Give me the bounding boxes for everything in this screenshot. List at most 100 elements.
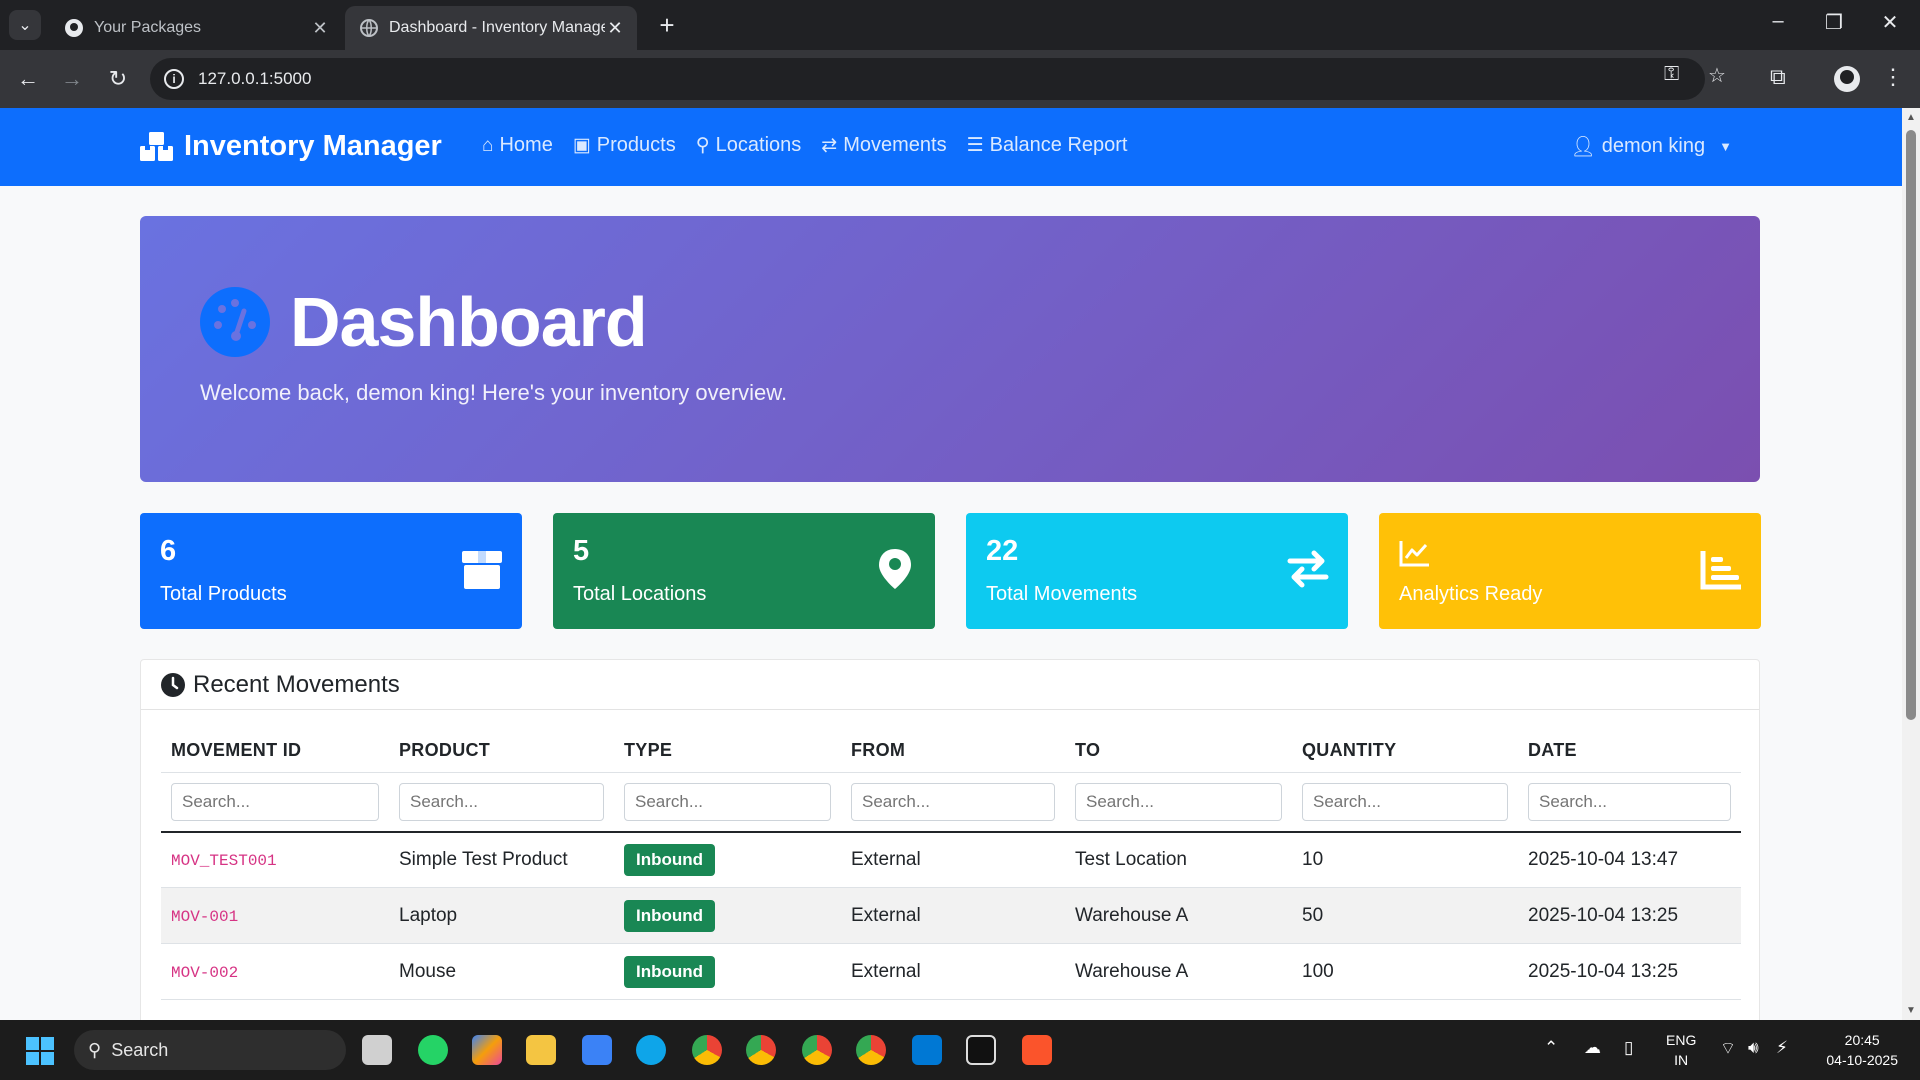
page-viewport: Inventory Manager ⌂ Home ▣ Products ⚲ Lo… (0, 108, 1902, 1020)
filter-type[interactable] (624, 782, 831, 821)
brave-icon[interactable] (1022, 1035, 1052, 1065)
taskbar-search[interactable]: ⚲ Search (74, 1030, 346, 1070)
col-date[interactable]: DATE (1518, 730, 1741, 773)
browser-tabbar: ⌄ Your Packages ✕ Dashboard - Inventory … (0, 0, 1920, 50)
product-cell: Simple Test Product (389, 831, 614, 888)
filter-product[interactable] (399, 782, 604, 821)
chrome-active-icon[interactable] (856, 1035, 886, 1065)
nav-balance-report[interactable]: ☰ Balance Report (967, 134, 1128, 157)
user-dropdown[interactable]: 👤︎ demon king ▼ (1570, 134, 1732, 159)
new-tab-button[interactable]: + (652, 10, 682, 41)
stat-total-movements: 22 Total Movements (966, 513, 1348, 629)
close-window-icon[interactable]: ✕ (1870, 10, 1910, 35)
gauge-icon (200, 287, 270, 357)
forward-icon[interactable]: → (58, 66, 86, 92)
address-bar[interactable]: i 127.0.0.1:5000 (150, 58, 1705, 100)
file-explorer-icon[interactable] (526, 1035, 556, 1065)
app-icon[interactable] (966, 1035, 996, 1065)
language-indicator[interactable]: ENG IN (1666, 1030, 1696, 1070)
filter-from[interactable] (851, 782, 1055, 821)
scrollbar-thumb[interactable] (1906, 130, 1916, 720)
site-info-icon[interactable]: i (164, 69, 184, 89)
key-icon[interactable]: ⚿ (1664, 63, 1679, 86)
close-tab-icon[interactable]: ✕ (605, 18, 625, 39)
from-cell: External (841, 831, 1065, 888)
nav-locations[interactable]: ⚲ Locations (696, 134, 802, 157)
filter-row (161, 772, 1741, 833)
filter-movement-id[interactable] (171, 782, 379, 821)
chrome-profile-icon[interactable] (802, 1035, 832, 1065)
nav-home-label: Home (499, 134, 553, 156)
nav-products[interactable]: ▣ Products (573, 134, 676, 157)
filter-date[interactable] (1528, 782, 1731, 821)
browser-tab-dashboard[interactable]: Dashboard - Inventory Manage ✕ (345, 6, 637, 50)
nav-movements-label: Movements (843, 134, 947, 156)
power-icon[interactable]: ⚡︎ (1776, 1038, 1788, 1058)
chrome-profile-icon[interactable] (746, 1035, 776, 1065)
tray-chevron-up-icon[interactable]: ⌃ (1544, 1038, 1558, 1058)
browser-tab-packages[interactable]: Your Packages ✕ (50, 6, 342, 50)
scroll-down-icon[interactable]: ▼ (1906, 1005, 1916, 1016)
col-movement-id[interactable]: MOVEMENT ID (161, 730, 389, 773)
type-badge: Inbound (624, 955, 716, 988)
from-cell: External (841, 943, 1065, 1000)
volume-icon[interactable]: 🔊︎ (1748, 1038, 1759, 1058)
task-view-icon[interactable] (362, 1035, 392, 1065)
header-row: MOVEMENT ID PRODUCT TYPE FROM TO QUANTIT… (161, 730, 1741, 773)
movement-id: MOV-001 (171, 907, 239, 926)
restore-icon[interactable]: ❐ (1814, 10, 1854, 35)
date-cell: 2025-10-04 13:25 (1518, 887, 1741, 944)
globe-icon (360, 19, 378, 37)
scroll-up-icon[interactable]: ▲ (1906, 112, 1916, 123)
wifi-icon[interactable]: ⌔ (1720, 1038, 1736, 1059)
col-to[interactable]: TO (1065, 730, 1292, 773)
col-from[interactable]: FROM (841, 730, 1065, 773)
to-cell: Warehouse A (1065, 887, 1292, 944)
nav-locations-label: Locations (715, 134, 802, 156)
brand[interactable]: Inventory Manager (140, 130, 442, 163)
col-product[interactable]: PRODUCT (389, 730, 614, 773)
col-type[interactable]: TYPE (614, 730, 841, 773)
date-cell: 2025-10-04 13:25 (1518, 943, 1741, 1000)
extensions-icon[interactable]: ⧉ (1770, 64, 1786, 90)
map-pin-icon: ⚲ (695, 135, 710, 156)
store-icon[interactable] (582, 1035, 612, 1065)
close-tab-icon[interactable]: ✕ (310, 18, 330, 39)
github-icon (65, 19, 83, 37)
nav-movements[interactable]: ⇄ Movements (821, 134, 946, 157)
copilot-icon[interactable] (472, 1035, 502, 1065)
battery-icon[interactable]: ▯ (1624, 1038, 1633, 1058)
vscode-icon[interactable] (912, 1035, 942, 1065)
chrome-icon[interactable] (692, 1035, 722, 1065)
windows-start-icon[interactable] (26, 1037, 54, 1065)
filter-to[interactable] (1075, 782, 1282, 821)
tab-search-button[interactable]: ⌄ (9, 10, 41, 40)
card-body: MOVEMENT ID PRODUCT TYPE FROM TO QUANTIT… (161, 730, 1741, 1000)
page-scrollbar[interactable]: ▲ ▼ (1902, 108, 1920, 1020)
profile-avatar[interactable] (1834, 66, 1860, 92)
system-clock[interactable]: 20:45 04-10-2025 (1826, 1030, 1898, 1070)
back-icon[interactable]: ← (14, 66, 42, 92)
movement-id: MOV_TEST001 (171, 851, 277, 870)
recent-movements-card: Recent Movements MOVEMENT ID PRODUCT TYP… (140, 659, 1760, 1020)
date-cell: 2025-10-04 13:47 (1518, 831, 1741, 888)
box-icon (462, 551, 502, 589)
stats-row: 6 Total Products 5 Total Locations 22 To… (140, 513, 1761, 629)
line-chart-icon (1399, 541, 1429, 567)
col-quantity[interactable]: QUANTITY (1292, 730, 1518, 773)
menu-kebab-icon[interactable]: ⋮ (1882, 64, 1904, 90)
nav-home[interactable]: ⌂ Home (482, 134, 553, 157)
filter-quantity[interactable] (1302, 782, 1508, 821)
exchange-icon (1287, 550, 1329, 588)
card-header: Recent Movements (141, 660, 1759, 710)
minimize-icon[interactable]: – (1758, 10, 1798, 33)
onedrive-icon[interactable]: ☁ (1584, 1038, 1601, 1058)
star-icon[interactable]: ☆ (1708, 63, 1726, 88)
whatsapp-icon[interactable] (418, 1035, 448, 1065)
nav-links: ⌂ Home ▣ Products ⚲ Locations ⇄ Movement… (482, 134, 1148, 157)
clock-time: 20:45 (1844, 1032, 1880, 1048)
edge-icon[interactable] (636, 1035, 666, 1065)
taskbar-search-label: Search (111, 1039, 169, 1060)
stat-total-locations: 5 Total Locations (553, 513, 935, 629)
reload-icon[interactable]: ↻ (104, 66, 132, 92)
